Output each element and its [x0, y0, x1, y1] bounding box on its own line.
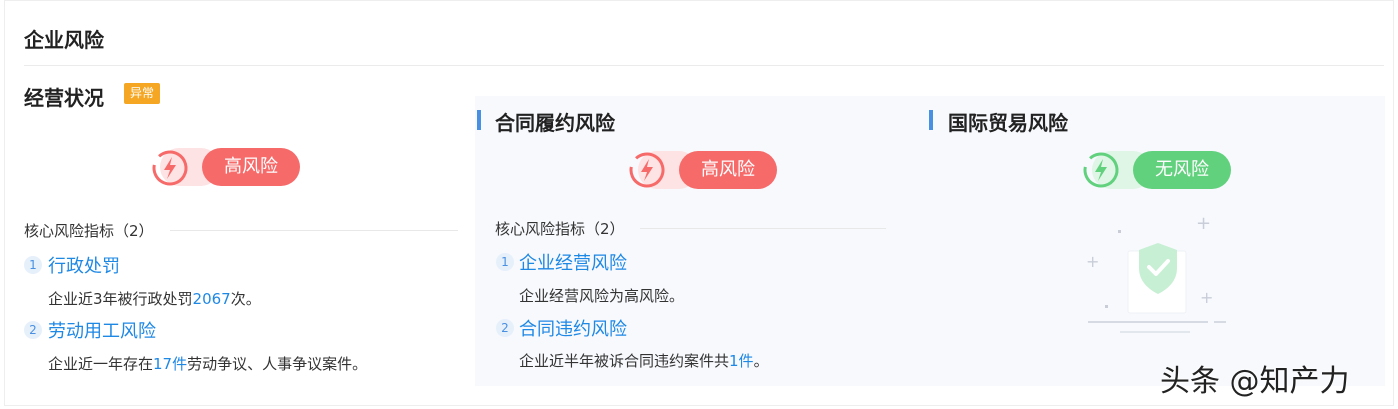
business-item-2-desc: 企业近一年存在17件劳动争议、人事争议案件。 [48, 355, 368, 373]
business-indicator-header: 核心风险指标（2） [24, 222, 154, 240]
business-item-2-highlight[interactable]: 17件 [153, 355, 187, 373]
contract-item-1-number: 1 [496, 253, 514, 271]
contract-item-1-desc: 企业经营风险为高风险。 [519, 287, 685, 305]
svg-text:+: + [1086, 252, 1099, 271]
contract-item-2-number: 2 [496, 319, 514, 337]
business-indicator-divider [170, 230, 458, 231]
contract-item-1-title[interactable]: 企业经营风险 [519, 249, 627, 275]
risk-detail-panel [475, 96, 1385, 386]
contract-item-2-highlight[interactable]: 1件 [729, 352, 754, 370]
business-status-title: 经营状况 [24, 86, 104, 110]
trade-risk-title: 国际贸易风险 [948, 111, 1068, 135]
business-item-2-number: 2 [24, 321, 42, 339]
high-risk-lightning-icon [629, 152, 665, 188]
contract-risk-pill: 高风险 [679, 151, 777, 189]
business-item-1-title[interactable]: 行政处罚 [48, 252, 120, 278]
contract-item-2-title[interactable]: 合同违约风险 [519, 315, 627, 341]
abnormal-badge: 异常 [124, 83, 161, 104]
business-item-1-highlight[interactable]: 2067 [193, 290, 231, 308]
title-divider [24, 65, 1384, 66]
high-risk-lightning-icon [152, 150, 188, 186]
business-item-1-desc: 企业近3年被行政处罚2067次。 [48, 290, 261, 308]
svg-text:+: + [1196, 213, 1211, 234]
business-risk-pill: 高风险 [202, 148, 300, 186]
trade-accent-bar [929, 110, 933, 130]
watermark-text: 头条 @知产力 [1160, 364, 1350, 399]
contract-indicator-divider [640, 228, 886, 229]
page-title: 企业风险 [24, 28, 104, 52]
contract-risk-title: 合同履约风险 [495, 111, 615, 135]
svg-text:+: + [1200, 288, 1213, 307]
no-risk-lightning-icon [1083, 152, 1119, 188]
shield-check-empty-state-icon: + + + [1086, 213, 1226, 333]
business-item-1-number: 1 [24, 256, 42, 274]
contract-indicator-header: 核心风险指标（2） [495, 220, 625, 238]
trade-risk-pill: 无风险 [1133, 151, 1231, 189]
business-item-2-title[interactable]: 劳动用工风险 [48, 317, 156, 343]
contract-accent-bar [477, 110, 481, 130]
contract-item-2-desc: 企业近半年被诉合同违约案件共1件。 [519, 352, 769, 370]
